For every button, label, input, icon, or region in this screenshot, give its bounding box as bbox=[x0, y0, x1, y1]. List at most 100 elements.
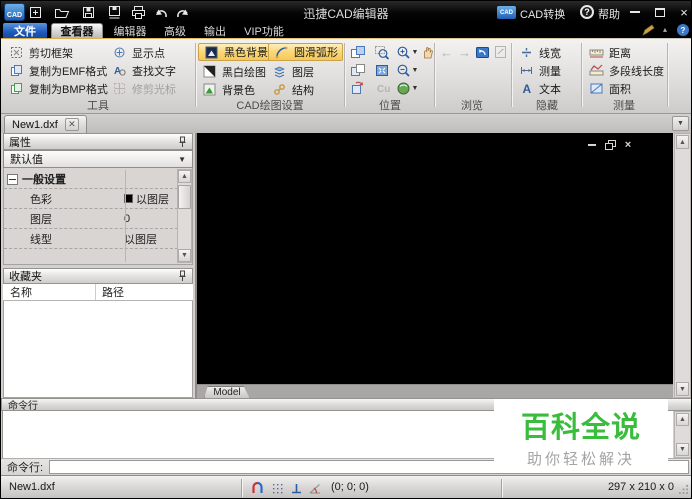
rotate-view-button[interactable] bbox=[349, 80, 366, 96]
command-scrollbar[interactable]: ▲ ▼ bbox=[674, 411, 691, 458]
canvas-scrollbar[interactable]: ▲ ▼ bbox=[674, 133, 691, 398]
new-file-button[interactable] bbox=[27, 4, 44, 21]
copy-view-icon bbox=[350, 63, 366, 78]
distance-button[interactable]: 距离 bbox=[588, 44, 631, 61]
background-color-button[interactable]: 背景色 bbox=[201, 81, 255, 98]
layers-icon bbox=[271, 64, 288, 80]
zoom-out-button[interactable] bbox=[395, 62, 412, 78]
save-button[interactable] bbox=[80, 4, 97, 21]
app-logo-icon[interactable]: CAD bbox=[4, 3, 25, 21]
watermark: 百科全说 助你轻松解决 bbox=[494, 399, 668, 465]
scroll-up-icon[interactable]: ▲ bbox=[178, 170, 191, 183]
cut-frame-button[interactable]: 剪切框架 bbox=[8, 44, 73, 61]
distance-icon bbox=[588, 45, 605, 61]
scroll-up-icon[interactable]: ▲ bbox=[676, 135, 689, 149]
tab-advanced[interactable]: 高级 bbox=[157, 23, 193, 38]
tab-editor[interactable]: 编辑器 bbox=[107, 23, 153, 38]
mdi-minimize-icon[interactable] bbox=[585, 139, 599, 151]
cursor-tool-button[interactable]: Cu bbox=[373, 80, 390, 96]
drawing-canvas[interactable]: × bbox=[197, 133, 673, 384]
help-button[interactable]: 帮助 bbox=[598, 6, 620, 22]
copy-bmp-button[interactable]: 复制为BMP格式 bbox=[8, 80, 108, 97]
copy-emf-button[interactable]: 复制为EMF格式 bbox=[8, 62, 107, 79]
redo-button[interactable] bbox=[174, 4, 191, 21]
tab-vip[interactable]: VIP功能 bbox=[237, 23, 291, 38]
status-coordinates: (0; 0; 0) bbox=[331, 481, 369, 493]
black-background-toggle[interactable]: 黑色背景 bbox=[198, 43, 273, 61]
maximize-button[interactable] bbox=[651, 4, 669, 20]
document-tab-close-icon[interactable]: ✕ bbox=[65, 118, 79, 131]
view-3d-button[interactable] bbox=[395, 80, 412, 96]
find-text-button[interactable]: A查找文字 bbox=[111, 62, 176, 79]
zoom-in-dropdown[interactable]: ▼ bbox=[411, 49, 419, 56]
markup-button[interactable] bbox=[492, 44, 509, 60]
tab-file[interactable]: 文件 bbox=[3, 23, 47, 38]
ortho-icon[interactable] bbox=[287, 480, 305, 496]
property-row-linetype[interactable]: 线型 以图层 bbox=[4, 229, 178, 249]
save-as-button[interactable] bbox=[106, 4, 123, 21]
property-group-row[interactable]: 一般设置 bbox=[4, 170, 178, 189]
scroll-down-icon[interactable]: ▼ bbox=[676, 443, 689, 456]
mdi-close-icon[interactable]: × bbox=[621, 139, 635, 151]
grid-snap-icon[interactable] bbox=[268, 480, 286, 496]
osnap-icon[interactable] bbox=[248, 480, 266, 496]
polyline-length-button[interactable]: 多段线长度 bbox=[588, 62, 664, 79]
copy-view-button[interactable] bbox=[349, 62, 366, 78]
fit-view-button[interactable] bbox=[373, 62, 390, 78]
cad-convert-button[interactable]: CAD转换 bbox=[520, 6, 565, 22]
pin-icon[interactable] bbox=[178, 270, 187, 282]
view-3d-dropdown[interactable]: ▼ bbox=[411, 85, 419, 92]
collapse-ribbon-icon[interactable]: ▴ bbox=[663, 25, 667, 34]
tab-list-dropdown[interactable]: ▼ bbox=[672, 116, 689, 131]
scroll-down-icon[interactable]: ▼ bbox=[676, 382, 689, 396]
pin-icon[interactable] bbox=[178, 136, 187, 148]
close-button[interactable]: × bbox=[675, 4, 692, 20]
back-button[interactable]: ← bbox=[438, 44, 455, 60]
measure-hide-button[interactable]: 测量 bbox=[518, 62, 561, 79]
open-file-button[interactable] bbox=[53, 4, 70, 21]
minimize-button[interactable] bbox=[626, 4, 644, 20]
collapse-icon[interactable] bbox=[7, 174, 18, 185]
zoom-window-button[interactable] bbox=[373, 44, 390, 60]
app-logo-text: CAD bbox=[7, 12, 22, 19]
properties-scrollbar[interactable]: ▲ ▼ bbox=[177, 169, 192, 263]
help-small-icon[interactable]: ? bbox=[677, 24, 689, 36]
group-label-tools: 工具 bbox=[31, 97, 165, 111]
zoom-window-icon bbox=[374, 45, 390, 60]
folder-back-button[interactable] bbox=[474, 44, 491, 60]
print-button[interactable] bbox=[130, 4, 147, 21]
favorites-list[interactable] bbox=[3, 301, 193, 398]
text-hide-button[interactable]: A文本 bbox=[518, 80, 561, 97]
bw-drawing-button[interactable]: 黑白绘图 bbox=[201, 63, 266, 80]
tab-viewer[interactable]: 查看器 bbox=[51, 23, 103, 38]
layers-button[interactable]: 图层 bbox=[271, 63, 314, 80]
zoom-out-dropdown[interactable]: ▼ bbox=[411, 67, 419, 74]
tab-output[interactable]: 输出 bbox=[197, 23, 233, 38]
resize-grip[interactable] bbox=[679, 484, 690, 498]
scroll-up-icon[interactable]: ▲ bbox=[676, 413, 689, 426]
smooth-arc-toggle[interactable]: 圆滑弧形 bbox=[268, 43, 343, 61]
line-width-button[interactable]: 线宽 bbox=[518, 44, 561, 61]
zoom-in-button[interactable] bbox=[395, 44, 412, 60]
forward-button[interactable]: → bbox=[456, 44, 473, 60]
scroll-down-icon[interactable]: ▼ bbox=[178, 249, 191, 262]
smooth-arc-icon bbox=[273, 44, 290, 60]
property-row-color[interactable]: 色彩 以图层 bbox=[4, 189, 178, 209]
forward-arrow-icon: → bbox=[458, 46, 471, 59]
mdi-restore-icon[interactable] bbox=[603, 139, 617, 151]
property-row-layer[interactable]: 图层 0 bbox=[4, 209, 178, 229]
document-tab[interactable]: New1.dxf ✕ bbox=[4, 115, 87, 133]
trim-cursor-button[interactable]: 修剪光标 bbox=[111, 80, 176, 97]
structure-button[interactable]: 结构 bbox=[271, 81, 314, 98]
command-prompt-label: 命令行: bbox=[7, 459, 43, 475]
svg-text:Cu: Cu bbox=[377, 84, 390, 95]
preset-dropdown[interactable]: 默认值 ▼ bbox=[3, 150, 193, 168]
show-points-button[interactable]: 显示点 bbox=[111, 44, 165, 61]
angle-snap-icon[interactable] bbox=[306, 480, 324, 496]
move-view-button[interactable] bbox=[349, 44, 366, 60]
area-button[interactable]: 面积 bbox=[588, 80, 631, 97]
scroll-thumb[interactable] bbox=[178, 185, 191, 209]
undo-button[interactable] bbox=[152, 4, 169, 21]
favorites-col-path[interactable]: 路径 bbox=[95, 284, 124, 300]
favorites-col-name[interactable]: 名称 bbox=[3, 284, 95, 300]
